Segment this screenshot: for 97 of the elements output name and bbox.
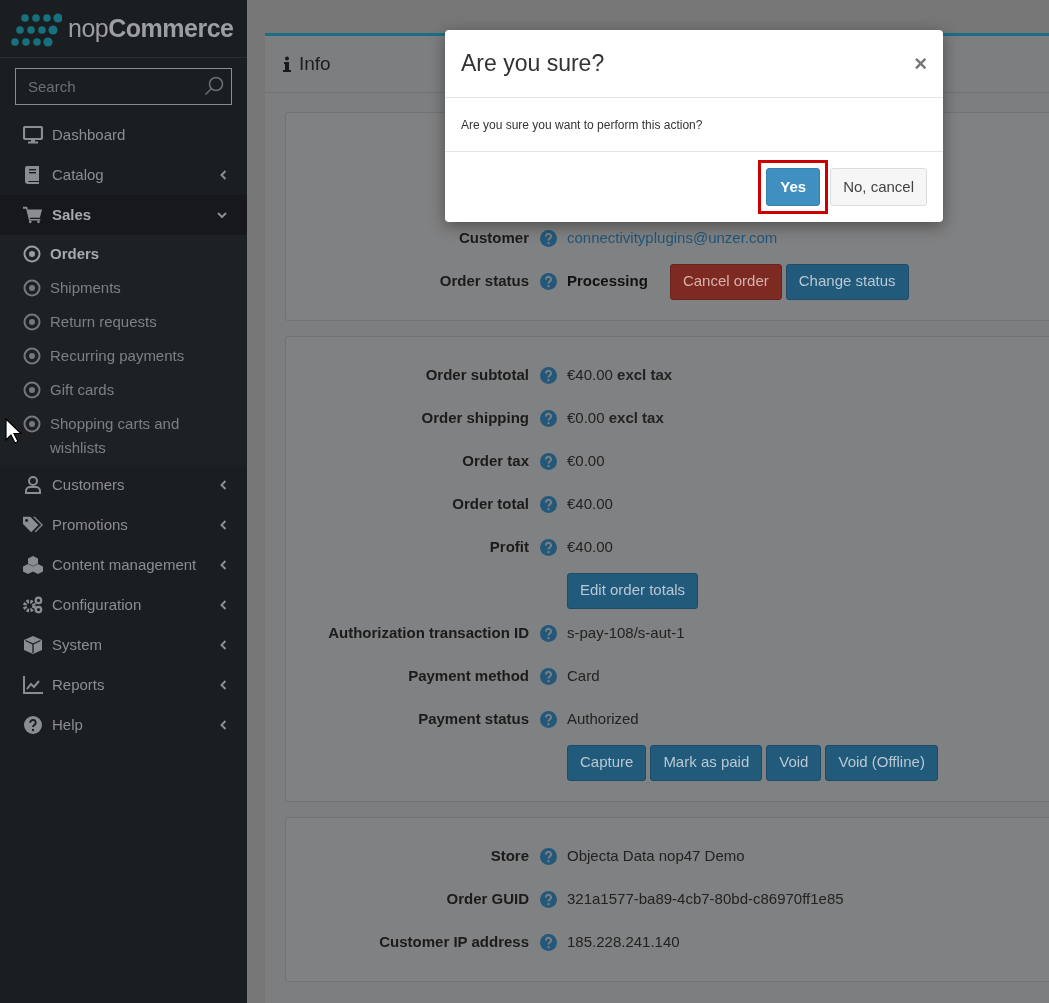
info-icon (283, 56, 291, 72)
chevron-left-icon (220, 680, 227, 690)
sidebar-item[interactable]: Reports (0, 665, 247, 705)
action-button[interactable]: Void (766, 744, 822, 781)
action-button[interactable]: Edit order totals (567, 572, 699, 609)
action-button[interactable]: Mark as paid (650, 744, 763, 781)
field-value: €0.00 (567, 451, 605, 472)
field-label: Authorization transaction ID (328, 623, 529, 644)
search-field[interactable]: Search (15, 68, 232, 105)
user-icon (24, 476, 42, 494)
sidebar-item[interactable]: System (0, 625, 247, 665)
help-icon[interactable] (539, 891, 557, 908)
sidebar-subitem[interactable]: Recurring payments (0, 337, 247, 371)
field-label: Store (490, 846, 529, 867)
field-label: Order tax (462, 451, 529, 472)
sidebar-subitem[interactable]: Orders (0, 235, 247, 269)
help-icon[interactable] (539, 848, 557, 865)
field-value: €0.00 excl tax (567, 408, 664, 429)
help-icon (24, 716, 42, 734)
dialog-title: Are you sure? (461, 49, 605, 79)
field-label: Payment method (408, 666, 529, 687)
sidebar-subitem[interactable]: Gift cards (0, 371, 247, 405)
mouse-pointer-icon (5, 418, 23, 444)
help-icon[interactable] (539, 539, 557, 556)
chevron-left-icon (220, 640, 227, 650)
field-label: Order total (452, 494, 529, 515)
field-value: Card (567, 666, 600, 687)
sidebar-item[interactable]: Content management (0, 545, 247, 585)
gears-icon (23, 596, 43, 614)
cubes-icon (23, 556, 43, 574)
help-icon[interactable] (539, 410, 557, 427)
chevron-left-icon (220, 520, 227, 530)
help-icon[interactable] (539, 453, 557, 470)
field-label: Order shipping (421, 408, 529, 429)
field-value: Processing (567, 271, 648, 292)
cancel-button[interactable]: No, cancel (830, 168, 927, 206)
close-button[interactable]: × (914, 52, 927, 75)
field-value: €40.00 excl tax (567, 365, 673, 386)
field-label: Customer IP address (379, 932, 529, 953)
action-button[interactable]: Void (Offline) (825, 744, 938, 781)
help-icon[interactable] (539, 934, 557, 951)
chevron-left-icon (220, 720, 227, 730)
field-value: Objecta Data nop47 Demo (567, 846, 745, 867)
sidebar-item[interactable]: Catalog (0, 155, 247, 195)
help-icon[interactable] (539, 711, 557, 728)
field-value: €40.00 (567, 537, 613, 558)
confirm-button[interactable]: Yes (766, 168, 821, 206)
chevron-left-icon (220, 600, 227, 610)
field-value: s-pay-108/s-aut-1 (567, 623, 685, 644)
circle-dot-icon (23, 279, 41, 297)
dialog-message: Are you sure you want to perform this action? (461, 116, 703, 134)
circle-dot-icon (23, 245, 41, 263)
field-label: Payment status (418, 709, 529, 730)
sidebar-item[interactable]: Sales (0, 195, 247, 235)
action-button[interactable]: Change status (785, 263, 909, 300)
help-icon[interactable] (539, 668, 557, 685)
field-label: Customer (459, 228, 529, 249)
box-icon (24, 636, 42, 654)
sidebar-item[interactable]: Customers (0, 465, 247, 505)
help-icon[interactable] (539, 496, 557, 513)
sidebar-item[interactable]: Help (0, 705, 247, 745)
circle-dot-icon (23, 415, 41, 433)
sidebar-item[interactable]: Configuration (0, 585, 247, 625)
field-label: Order subtotal (425, 365, 529, 386)
chevron-left-icon (220, 560, 227, 570)
sidebar-subitem[interactable]: Shopping carts and wishlists (0, 405, 247, 460)
panel-title: Info (299, 51, 331, 76)
cart-icon (23, 206, 43, 224)
help-icon[interactable] (539, 273, 557, 290)
logo-text: nopCommerce (68, 12, 234, 44)
chart-icon (23, 676, 43, 694)
field-label: Profit (489, 537, 529, 558)
help-icon[interactable] (539, 230, 557, 247)
field-value: 321a1577-ba89-4cb7-80bd-c86970ff1e85 (567, 889, 844, 910)
circle-dot-icon (23, 381, 41, 399)
sidebar-item[interactable]: Dashboard (0, 115, 247, 155)
search-icon (204, 76, 224, 96)
circle-dot-icon (23, 347, 41, 365)
action-button[interactable]: Capture (567, 744, 647, 781)
action-button[interactable]: Cancel order (669, 263, 782, 300)
chevron-down-icon (217, 211, 227, 219)
field-value: 185.228.241.140 (567, 932, 680, 953)
field-value: €40.00 (567, 494, 613, 515)
sidebar-subitem[interactable]: Shipments (0, 269, 247, 303)
field-value: Authorized (567, 709, 639, 730)
help-icon[interactable] (539, 625, 557, 642)
monitor-icon (23, 126, 43, 144)
tags-icon (23, 516, 43, 534)
help-icon[interactable] (539, 367, 557, 384)
chevron-left-icon (220, 170, 227, 180)
field-label: Order status (439, 271, 529, 292)
field-label: Order GUID (446, 889, 529, 910)
sidebar-subitem[interactable]: Return requests (0, 303, 247, 337)
book-icon (25, 166, 41, 184)
chevron-left-icon (220, 480, 227, 490)
sidebar-item[interactable]: Promotions (0, 505, 247, 545)
circle-dot-icon (23, 313, 41, 331)
